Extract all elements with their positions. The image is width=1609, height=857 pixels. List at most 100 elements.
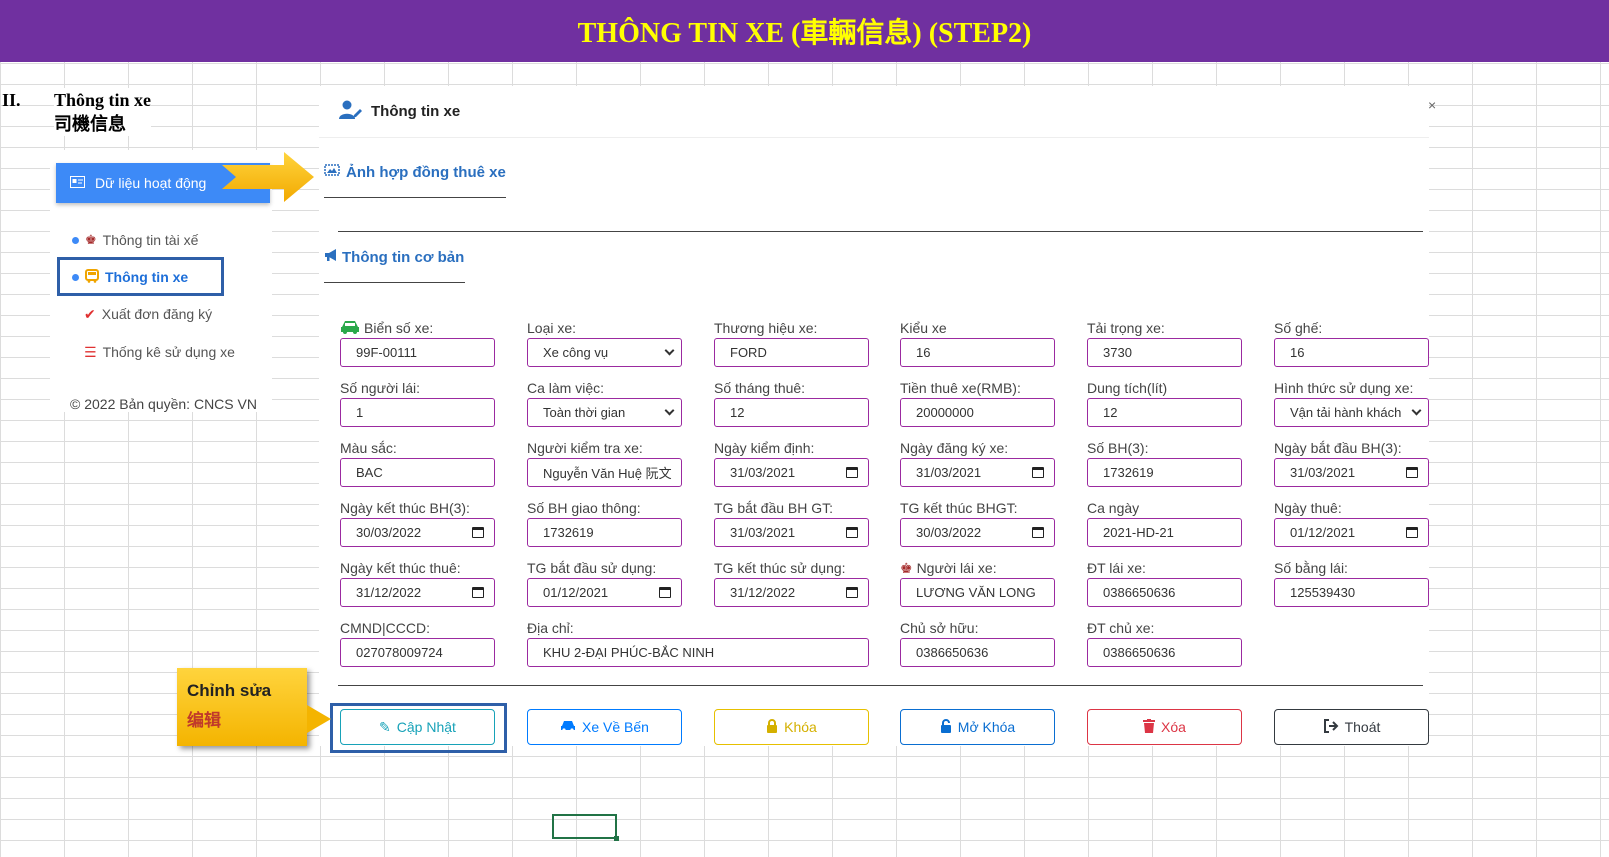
calendar-icon[interactable] [846, 467, 858, 478]
text-field[interactable]: 16 [1274, 338, 1429, 367]
field-value: Toàn thời gian [543, 405, 626, 420]
date-field[interactable]: 31/12/2022 [714, 578, 869, 607]
date-field[interactable]: 31/03/2021 [900, 458, 1055, 487]
field-value: LƯƠNG VĂN LONG [916, 585, 1036, 600]
select-field[interactable]: Xe công vụ [527, 338, 682, 367]
contract-photo-link[interactable]: Ảnh hợp đồng thuê xe [324, 163, 506, 181]
field-label-text: Ngày đăng ký xe: [900, 440, 1009, 456]
field-value: 01/12/2021 [1290, 525, 1356, 540]
lock-button[interactable]: Khóa [714, 709, 869, 745]
delete-button[interactable]: Xóa [1087, 709, 1242, 745]
sidebar-item-driver-info[interactable]: ♚ Thông tin tài xế [72, 229, 198, 251]
date-field[interactable]: 31/03/2021 [714, 518, 869, 547]
copyright-text: © 2022 Bản quyền: CNCS VN [70, 396, 257, 412]
field-label: Ca làm việc: [527, 380, 604, 396]
chevron-down-icon [664, 345, 675, 356]
text-field[interactable]: 99F-00111 [340, 338, 495, 367]
field-label: Màu sắc: [340, 440, 397, 456]
date-field[interactable]: 30/03/2022 [340, 518, 495, 547]
field-value: 1732619 [1103, 465, 1154, 480]
field-label-text: TG kết thúc sử dụng: [714, 560, 846, 576]
select-field[interactable]: Toàn thời gian [527, 398, 682, 427]
field-value: 99F-00111 [356, 345, 417, 360]
text-field[interactable]: LƯƠNG VĂN LONG [900, 578, 1055, 607]
close-icon[interactable]: × [1428, 97, 1436, 113]
field-label: Số BH(3): [1087, 440, 1148, 456]
sidebar-item-usage-stats[interactable]: ☰ Thống kê sử dụng xe [84, 341, 235, 363]
sidebar-item-export-form[interactable]: ✔ Xuất đơn đăng ký [84, 303, 212, 325]
date-field[interactable]: 31/03/2021 [714, 458, 869, 487]
calendar-icon[interactable] [1032, 467, 1044, 478]
text-field[interactable]: KHU 2-ĐẠI PHÚC-BẮC NINH [527, 638, 869, 667]
text-field[interactable]: 0386650636 [1087, 638, 1242, 667]
field-label-text: Tiền thuê xe(RMB): [900, 380, 1021, 396]
field-label: Loại xe: [527, 320, 576, 336]
field-value: 31/03/2021 [730, 525, 796, 540]
text-field[interactable]: 2021-HD-21 [1087, 518, 1242, 547]
field-label: Địa chỉ: [527, 620, 574, 636]
field-label-text: Dung tích(lít) [1087, 380, 1168, 396]
date-field[interactable]: 31/03/2021 [1274, 458, 1429, 487]
field-label-text: Ngày kiểm định: [714, 440, 815, 456]
text-field[interactable]: 1732619 [1087, 458, 1242, 487]
calendar-icon[interactable] [659, 587, 671, 598]
id-card-icon [70, 175, 85, 191]
banner-title: THÔNG TIN XE (車輛信息) (STEP2) [577, 18, 1032, 49]
field-label: Ngày bắt đầu BH(3): [1274, 440, 1402, 456]
field-label-text: Hình thức sử dụng xe: [1274, 380, 1414, 396]
date-field[interactable]: 30/03/2022 [900, 518, 1055, 547]
text-field[interactable]: FORD [714, 338, 869, 367]
text-field[interactable]: 027078009724 [340, 638, 495, 667]
divider [338, 231, 1423, 232]
text-field[interactable]: 0386650636 [1087, 578, 1242, 607]
field-label: Biển số xe: [340, 320, 433, 336]
field-label: Hình thức sử dụng xe: [1274, 380, 1413, 396]
text-field[interactable]: 1732619 [527, 518, 682, 547]
calendar-icon[interactable] [1406, 527, 1418, 538]
date-field[interactable]: 01/12/2021 [1274, 518, 1429, 547]
text-field[interactable]: 12 [714, 398, 869, 427]
exit-button-label: Thoát [1344, 719, 1381, 735]
driver-icon: ♚ [85, 232, 97, 247]
field-label: Tiền thuê xe(RMB): [900, 380, 1021, 396]
calendar-icon[interactable] [846, 527, 858, 538]
field-label-text: Số tháng thuê: [714, 380, 806, 396]
megaphone-icon [324, 248, 340, 266]
date-field[interactable]: 31/12/2022 [340, 578, 495, 607]
field-value: KHU 2-ĐẠI PHÚC-BẮC NINH [543, 645, 715, 660]
calendar-icon[interactable] [846, 587, 858, 598]
sidebar-item-label: Thống kê sử dụng xe [102, 344, 235, 360]
calendar-icon[interactable] [472, 587, 484, 598]
field-label-text: Ngày kết thúc BH(3): [340, 500, 470, 516]
callout-line2: 编辑 [187, 711, 221, 730]
calendar-icon[interactable] [1032, 527, 1044, 538]
chevron-down-icon [1411, 405, 1422, 416]
field-label-text: Kiểu xe [900, 320, 947, 336]
select-field[interactable]: Vận tải hành khách [1274, 398, 1429, 427]
text-field[interactable]: 3730 [1087, 338, 1242, 367]
return-to-depot-button[interactable]: Xe Về Bến [527, 709, 682, 745]
field-label: TG kết thúc BHGT: [900, 500, 1017, 516]
text-field[interactable]: 12 [1087, 398, 1242, 427]
text-field[interactable]: Nguyễn Văn Huệ 阮文 [527, 458, 682, 487]
selected-sheet-cell[interactable] [552, 814, 619, 841]
field-value: 30/03/2022 [356, 525, 422, 540]
date-field[interactable]: 01/12/2021 [527, 578, 682, 607]
text-field[interactable]: 0386650636 [900, 638, 1055, 667]
calendar-icon[interactable] [472, 527, 484, 538]
text-field[interactable]: 1 [340, 398, 495, 427]
user-edit-icon [339, 100, 363, 124]
contract-link-label: Ảnh hợp đồng thuê xe [346, 163, 506, 181]
driver-icon: ♚ [900, 560, 913, 576]
text-field[interactable]: BAC [340, 458, 495, 487]
text-field[interactable]: 16 [900, 338, 1055, 367]
exit-button[interactable]: Thoát [1274, 709, 1429, 745]
field-label: Số ghế: [1274, 320, 1322, 336]
text-field[interactable]: 20000000 [900, 398, 1055, 427]
field-label: ĐT chủ xe: [1087, 620, 1154, 636]
text-field[interactable]: 125539430 [1274, 578, 1429, 607]
field-label-text: Ca làm việc: [527, 380, 605, 396]
unlock-button[interactable]: Mở Khóa [900, 709, 1055, 745]
field-label: Ngày kết thúc BH(3): [340, 500, 470, 516]
calendar-icon[interactable] [1406, 467, 1418, 478]
